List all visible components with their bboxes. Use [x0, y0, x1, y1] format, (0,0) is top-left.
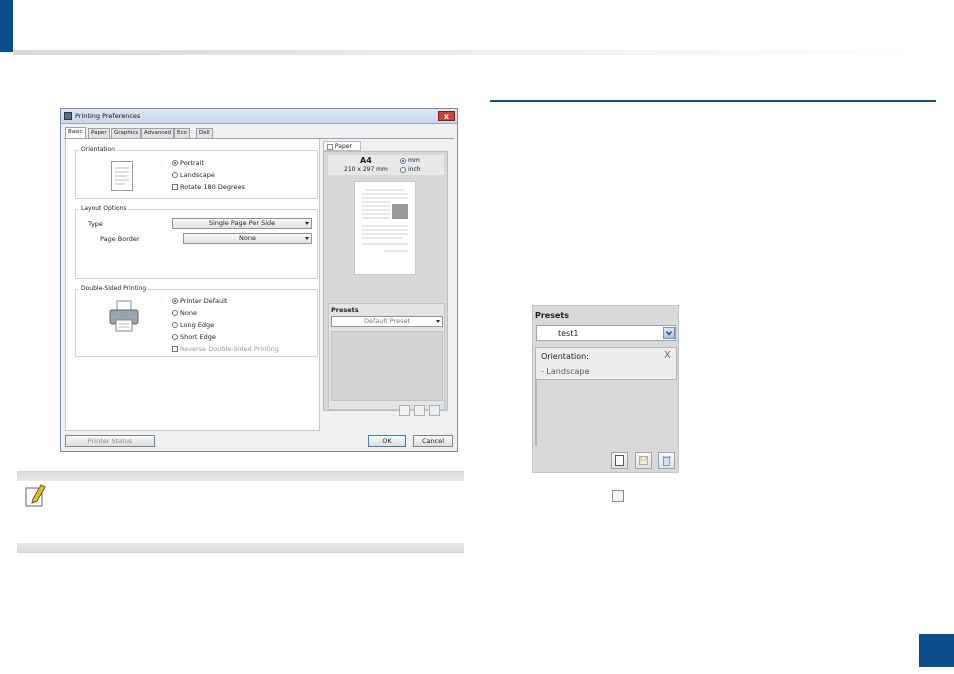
presets-panel: Presets Default Preset — [328, 303, 445, 416]
portrait-option[interactable]: Portrait — [172, 159, 204, 167]
rotate-option[interactable]: Rotate 180 Degrees — [172, 183, 245, 191]
printing-preferences-dialog: Printing Preferences x Basic Paper Graph… — [60, 108, 458, 452]
portrait-page-icon — [111, 161, 133, 191]
long-edge-option[interactable]: Long Edge — [172, 321, 214, 329]
page-border-select[interactable]: None — [183, 233, 312, 244]
tab-paper[interactable]: Paper — [88, 128, 110, 138]
page-number-tab — [919, 634, 954, 667]
duplex-printer-icon — [109, 300, 139, 332]
chevron-down-icon[interactable] — [663, 327, 675, 339]
new-preset-icon[interactable] — [611, 452, 628, 469]
paper-dimensions: 210 x 297 mm — [344, 166, 388, 173]
section-rule — [490, 100, 936, 102]
none-option[interactable]: None — [172, 309, 197, 317]
preset-settings-list — [331, 331, 443, 401]
cancel-button[interactable]: Cancel — [413, 435, 453, 447]
paper-size-box: A4 210 x 297 mm mm inch — [328, 155, 444, 175]
paper-size: A4 — [360, 156, 372, 165]
orientation-group: Orientation Portrait Landscape Rotate 18… — [75, 146, 318, 199]
new-preset-icon — [612, 490, 624, 502]
unit-mm-radio[interactable] — [400, 157, 406, 164]
preset-setting-card: Orientation: - Landscape X — [535, 347, 677, 380]
dialog-titlebar: Printing Preferences x — [61, 109, 457, 124]
orientation-title: Orientation — [79, 146, 117, 153]
tab-advanced[interactable]: Advanced — [141, 128, 175, 138]
page-tab-accent — [0, 0, 13, 52]
landscape-label: Landscape — [180, 171, 215, 179]
printer-default-option[interactable]: Printer Default — [172, 297, 227, 305]
double-sided-title: Double-Sided Printing — [79, 285, 149, 292]
reverse-option: Reverse Double-Sided Printing — [172, 345, 279, 353]
page-border-value: None — [239, 234, 256, 242]
list-scroll-edge — [535, 380, 537, 446]
tab-graphics[interactable]: Graphics — [111, 128, 142, 138]
printer-icon — [64, 112, 72, 120]
short-edge-radio[interactable] — [172, 334, 178, 340]
unit-inch-option[interactable]: inch — [400, 166, 421, 173]
new-preset-icon[interactable] — [399, 405, 410, 416]
unit-inch-label: inch — [408, 166, 421, 173]
portrait-label: Portrait — [180, 159, 204, 167]
portrait-radio[interactable] — [172, 160, 178, 166]
printer-default-radio[interactable] — [172, 298, 178, 304]
rotate-checkbox[interactable] — [172, 184, 178, 190]
none-radio[interactable] — [172, 310, 178, 316]
tab-dell[interactable]: Dell — [196, 128, 213, 138]
ok-button[interactable]: OK — [368, 435, 406, 447]
remove-setting-icon[interactable]: X — [664, 350, 671, 361]
unit-inch-radio[interactable] — [400, 166, 406, 173]
save-preset-icon[interactable] — [414, 405, 425, 416]
delete-preset-icon[interactable] — [658, 452, 675, 469]
basic-tab-panel: Orientation Portrait Landscape Rotate 18… — [65, 139, 320, 431]
layout-title: Layout Options — [79, 205, 129, 212]
setting-label: Orientation: — [541, 352, 589, 361]
delete-preset-icon[interactable] — [429, 405, 440, 416]
presets-select[interactable]: Default Preset — [331, 316, 443, 327]
chevron-down-icon — [305, 237, 309, 240]
preview-panel: A4 210 x 297 mm mm inch Presets Default … — [323, 151, 448, 416]
header-divider — [13, 50, 913, 55]
reverse-checkbox — [172, 346, 178, 352]
note-pencil-icon — [25, 484, 46, 507]
save-preset-icon[interactable] — [635, 452, 652, 469]
type-label: Type — [88, 220, 103, 228]
type-select[interactable]: Single Page Per Side — [172, 218, 312, 229]
page-border-label: Page Border — [100, 235, 140, 243]
note-top-bar — [17, 471, 464, 481]
short-edge-option[interactable]: Short Edge — [172, 333, 216, 341]
dialog-title: Printing Preferences — [75, 112, 141, 120]
long-edge-radio[interactable] — [172, 322, 178, 328]
unit-mm-label: mm — [408, 157, 420, 164]
landscape-option[interactable]: Landscape — [172, 171, 215, 179]
tab-eco[interactable]: Eco — [174, 128, 190, 138]
presets-title: Presets — [331, 306, 359, 314]
note-bottom-bar — [17, 543, 464, 553]
long-edge-label: Long Edge — [180, 321, 215, 329]
page-preview — [354, 181, 416, 275]
chevron-down-icon — [436, 320, 440, 323]
paper-tab-label: Paper — [334, 143, 352, 150]
short-edge-label: Short Edge — [180, 333, 216, 341]
layout-options-group: Layout Options Type Single Page Per Side… — [75, 205, 318, 279]
close-button[interactable]: x — [438, 111, 455, 121]
presets-zoom-value: test1 — [558, 329, 579, 338]
reverse-label: Reverse Double-Sided Printing — [180, 345, 279, 353]
presets-zoom-panel: Presets test1 Orientation: - Landscape X — [532, 305, 679, 473]
chevron-down-icon — [305, 222, 309, 225]
presets-value: Default Preset — [363, 317, 411, 325]
paper-preview-tab[interactable]: Paper — [323, 141, 361, 151]
none-label: None — [180, 309, 197, 317]
presets-zoom-select[interactable]: test1 — [536, 325, 676, 341]
rotate-label: Rotate 180 Degrees — [180, 183, 245, 191]
landscape-radio[interactable] — [172, 172, 178, 178]
presets-zoom-title: Presets — [535, 311, 570, 320]
type-value: Single Page Per Side — [208, 219, 276, 227]
setting-value: - Landscape — [541, 367, 590, 376]
paper-icon — [327, 143, 333, 150]
unit-mm-option[interactable]: mm — [400, 157, 420, 164]
printer-status-button[interactable]: Printer Status — [65, 435, 155, 447]
printer-default-label: Printer Default — [180, 297, 228, 305]
double-sided-group: Double-Sided Printing Printer Default No… — [75, 285, 318, 357]
